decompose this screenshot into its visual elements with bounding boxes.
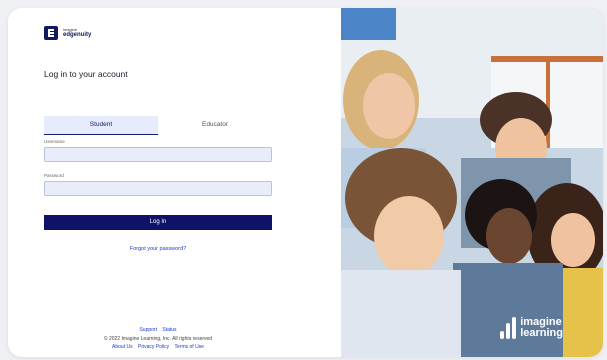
page-title: Log in to your account	[44, 69, 128, 79]
brand-line-2: learning	[520, 327, 563, 339]
status-link[interactable]: Status	[162, 327, 176, 333]
username-label: Username	[44, 139, 65, 144]
terms-link[interactable]: Terms of Use	[175, 344, 204, 350]
students-photo	[341, 8, 603, 357]
username-input[interactable]	[44, 147, 272, 162]
copyright-text: © 2022 Imagine Learning, Inc. All rights…	[103, 335, 213, 342]
imagine-learning-logo-icon	[500, 317, 517, 339]
privacy-link[interactable]: Privacy Policy	[138, 344, 169, 350]
login-panel: imagine edgenuity Log in to your account…	[8, 8, 341, 357]
imagine-learning-logo: imagine learning	[500, 317, 563, 339]
login-card: imagine edgenuity Log in to your account…	[8, 8, 603, 357]
footer: Support Status © 2022 Imagine Learning, …	[8, 326, 308, 352]
logo-line-2: edgenuity	[63, 32, 92, 38]
edgenuity-logo: imagine edgenuity	[44, 26, 91, 40]
login-button[interactable]: Log In	[44, 215, 272, 230]
hero-photo: imagine learning	[341, 8, 603, 357]
about-link[interactable]: About Us	[112, 344, 133, 350]
forgot-password-link[interactable]: Forgot your password?	[8, 246, 308, 252]
password-label: Password	[44, 173, 64, 178]
edgenuity-logo-icon	[44, 26, 58, 40]
role-tabs: Student Educator	[44, 116, 272, 135]
password-input[interactable]	[44, 181, 272, 196]
support-link[interactable]: Support	[139, 327, 157, 333]
tab-educator[interactable]: Educator	[158, 116, 272, 135]
tab-student[interactable]: Student	[44, 116, 158, 135]
